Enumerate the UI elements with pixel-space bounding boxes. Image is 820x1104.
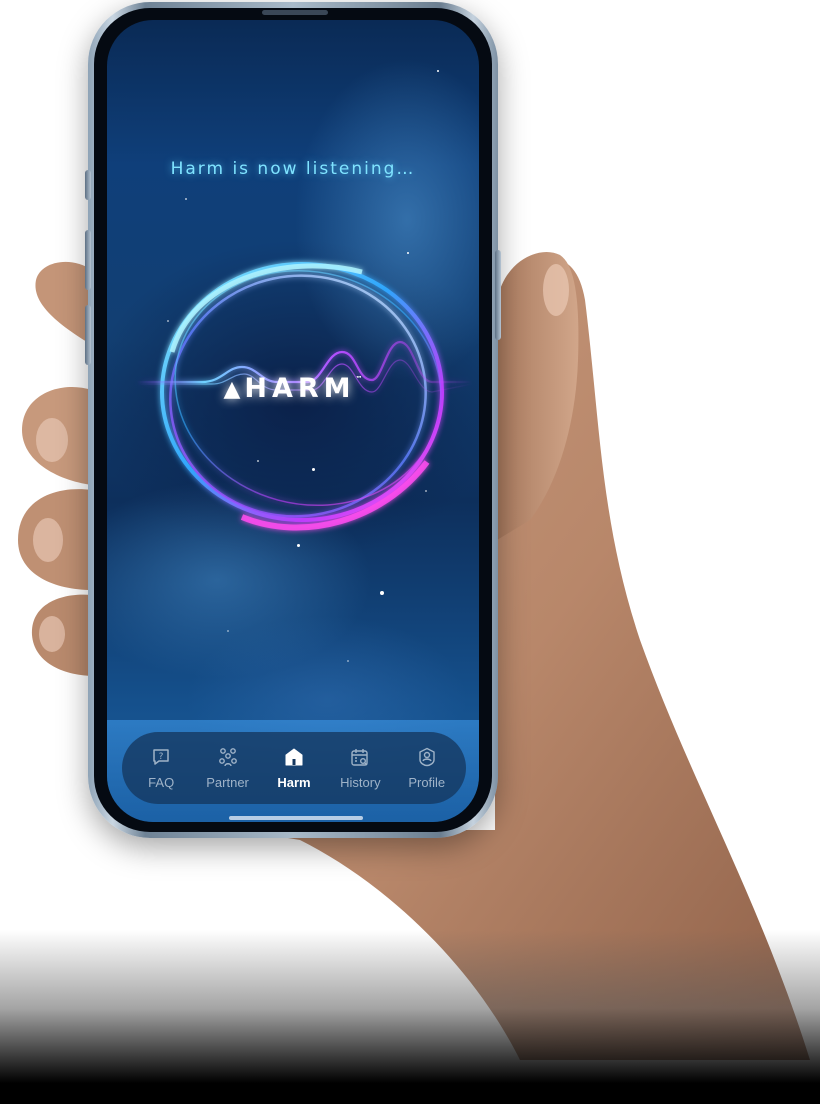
nav-item-profile[interactable]: Profile [396, 738, 458, 798]
star [380, 591, 384, 595]
home-icon [283, 746, 305, 768]
nav-label-faq: FAQ [148, 775, 175, 790]
side-button-mute [85, 170, 91, 200]
triangle-logo-icon: ▲ [223, 377, 241, 402]
harm-logo: ▲ HARM™ [107, 373, 479, 404]
bottom-nav: ? FAQ Partner Harm History Profile [122, 732, 466, 804]
home-indicator[interactable] [229, 816, 363, 820]
star [227, 630, 229, 632]
svg-text:?: ? [159, 752, 164, 762]
partner-people-icon [217, 746, 239, 768]
faq-bubble-icon: ? [150, 746, 172, 768]
star [437, 70, 439, 72]
nav-item-history[interactable]: History [329, 738, 391, 798]
nav-label-history: History [340, 775, 381, 790]
app-screen: Harm is now listening… ▲ HARM™ ? FAQ Par… [107, 20, 479, 822]
listening-status-text: Harm is now listening… [170, 159, 416, 179]
logo-text: HARM [244, 373, 356, 404]
star [347, 660, 349, 662]
nav-label-partner: Partner [206, 775, 249, 790]
speaker-notch [262, 10, 328, 15]
user-badge-icon [416, 746, 438, 768]
side-button-power [495, 250, 501, 340]
nav-label-profile: Profile [408, 775, 446, 790]
nav-item-partner[interactable]: Partner [197, 738, 259, 798]
side-button-volume-down [85, 305, 91, 365]
floor-shadow [0, 930, 820, 1104]
trademark-symbol: ™ [355, 375, 363, 383]
nav-item-faq[interactable]: ? FAQ [130, 738, 192, 798]
nav-item-harm[interactable]: Harm [263, 738, 325, 798]
nav-label-harm: Harm [277, 775, 311, 790]
star [185, 198, 187, 200]
calendar-search-icon [349, 746, 371, 768]
side-button-volume-up [85, 230, 91, 290]
